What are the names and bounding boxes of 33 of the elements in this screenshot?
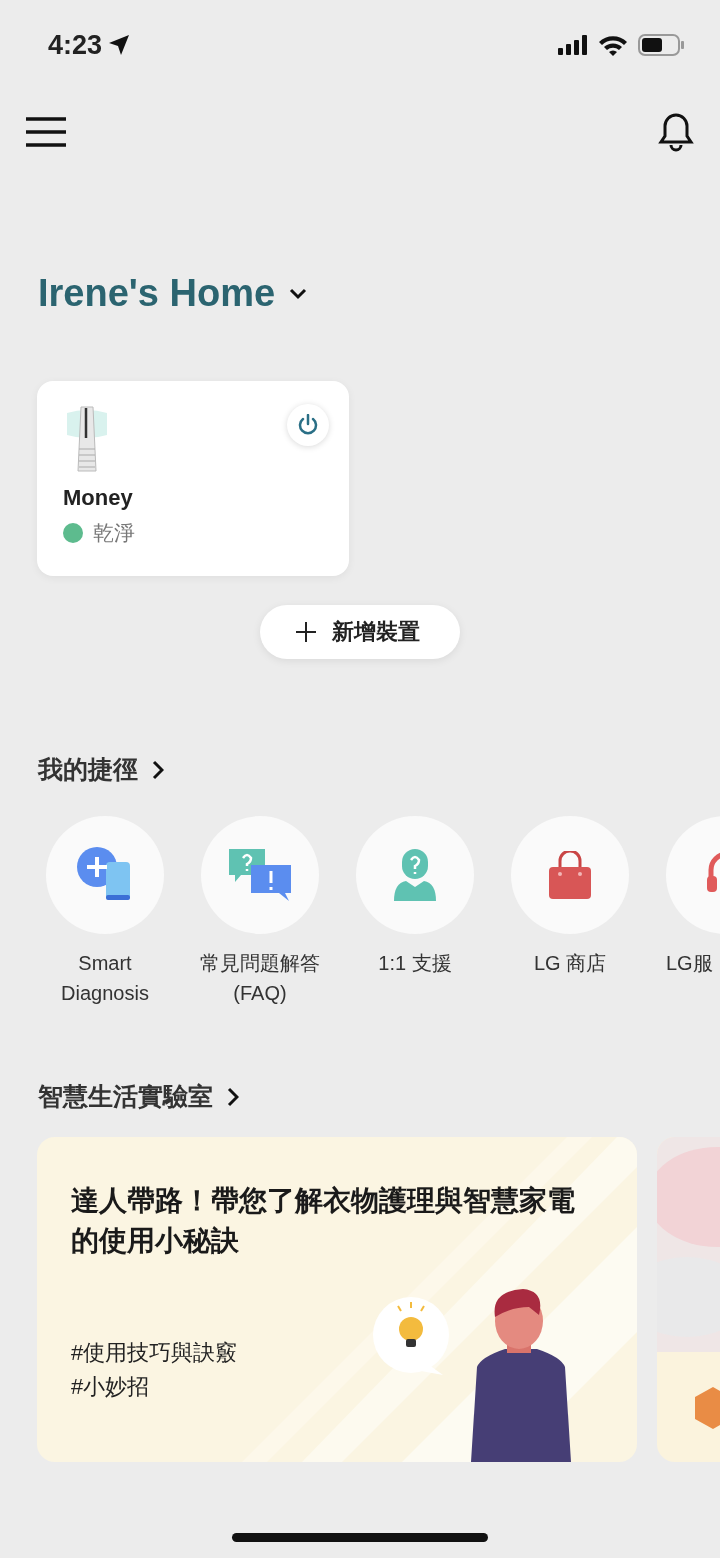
chevron-down-icon[interactable] (289, 287, 308, 300)
notifications-button[interactable] (658, 112, 694, 152)
shopping-bag-icon (547, 851, 593, 899)
device-card[interactable]: Money 乾淨 (37, 381, 349, 576)
section-title: 我的捷徑 (38, 754, 138, 785)
wifi-icon (598, 34, 628, 56)
plus-icon (296, 622, 316, 642)
chevron-right-icon[interactable] (152, 759, 164, 780)
power-button[interactable] (287, 404, 329, 446)
shortcut-label: 常見問題解答 (FAQ) (200, 951, 320, 1006)
battery-icon (638, 34, 684, 56)
shortcut-label: 1:1 支援 (378, 951, 452, 976)
power-icon (297, 414, 319, 436)
status-time: 4:23 (48, 29, 103, 61)
section-title: 智慧生活實驗室 (38, 1081, 213, 1112)
device-name: Money (63, 485, 133, 511)
device-status: 乾淨 (93, 520, 135, 546)
article-card[interactable]: 達人帶路！帶您了解衣物護理與智慧家電的使用小秘訣 #使用技巧與訣竅 #小妙招 (37, 1137, 637, 1462)
chat-bubbles-icon (227, 847, 293, 903)
diagnosis-icon (77, 847, 133, 903)
signal-icon (558, 35, 588, 55)
article-tag: #小妙招 (71, 1371, 238, 1403)
article-tag: #使用技巧與訣竅 (71, 1337, 238, 1369)
chevron-right-icon[interactable] (227, 1086, 239, 1107)
menu-button[interactable] (26, 116, 66, 148)
article-title: 達人帶路！帶您了解衣物護理與智慧家電的使用小秘訣 (71, 1184, 575, 1258)
shortcut-label: Smart Diagnosis (61, 951, 149, 1006)
location-arrow-icon (108, 34, 131, 56)
person-question-icon (392, 849, 438, 901)
shortcut-label: LG 商店 (533, 951, 607, 976)
shortcut-label: LG服 (666, 951, 713, 976)
add-device-button[interactable]: 新增裝置 (260, 605, 460, 659)
home-title: Irene's Home (38, 272, 276, 315)
